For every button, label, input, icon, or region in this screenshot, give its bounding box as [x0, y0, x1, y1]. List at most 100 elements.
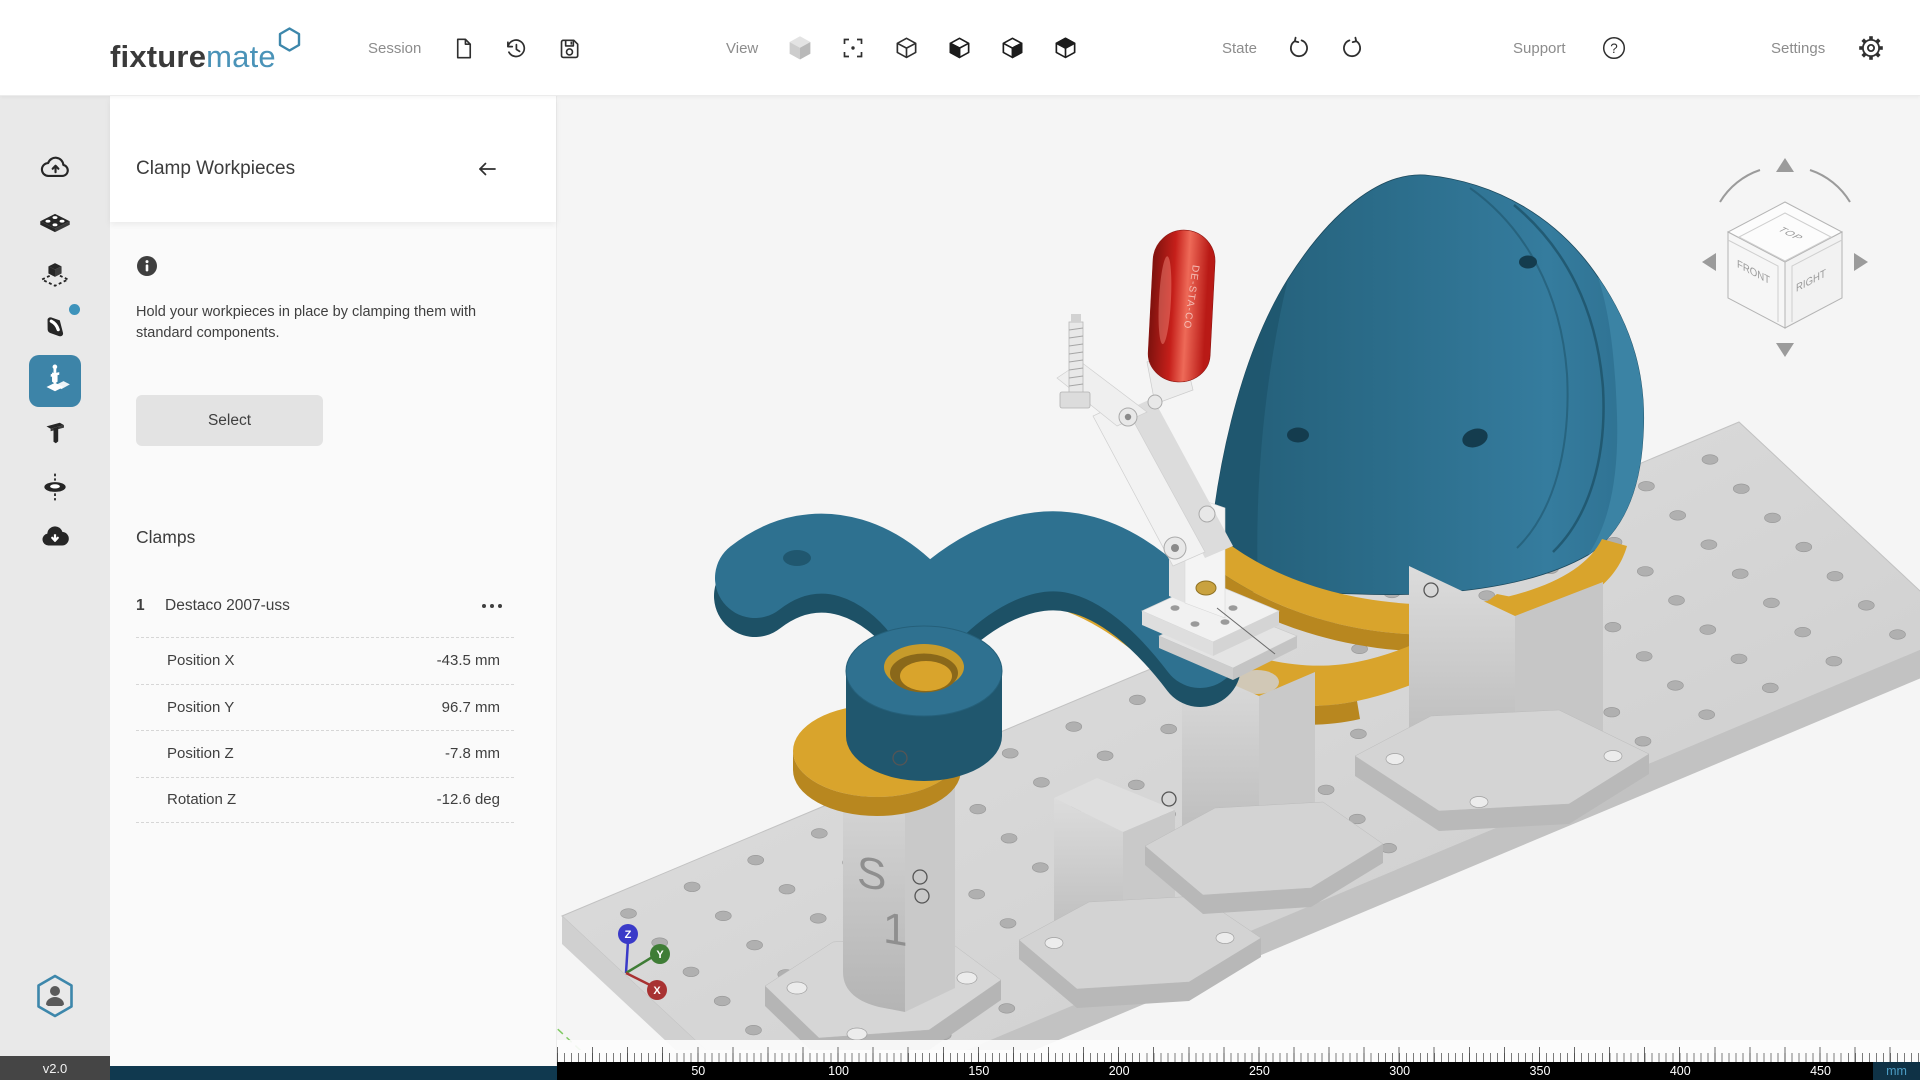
view-cube[interactable]: TOP FRONT RIGHT	[1690, 150, 1880, 370]
settings-label: Settings	[1771, 39, 1826, 57]
support-label: Support	[1513, 39, 1566, 57]
zoom-fit-icon[interactable]	[837, 32, 869, 64]
gear-icon[interactable]	[1855, 32, 1887, 64]
viewcube-cube[interactable]: TOP FRONT RIGHT	[1726, 201, 1844, 329]
user-hexagon-icon	[33, 973, 77, 1024]
support-engraving-1: 1	[883, 903, 907, 956]
cube-top-face-icon[interactable]	[1049, 32, 1081, 64]
viewcube-arrow-up-icon	[1776, 158, 1794, 172]
view-group: View	[726, 0, 1081, 96]
sidebar-item-cloud-download[interactable]	[29, 514, 81, 566]
clamp-name: Destaco 2007-uss	[165, 597, 290, 614]
axis-z-label: Z	[625, 929, 632, 941]
state-group: State	[1222, 0, 1368, 96]
panel-title: Clamp Workpieces	[136, 158, 296, 179]
sidebar-item-angled-block[interactable]	[29, 303, 81, 355]
history-icon[interactable]	[500, 32, 532, 64]
property-label: Position Z	[167, 745, 234, 763]
svg-text:?: ?	[1610, 41, 1618, 56]
shaded-cube-icon[interactable]	[784, 32, 816, 64]
viewcube-rotate-cw-icon[interactable]	[1809, 169, 1851, 203]
logo-text-mate: mate	[206, 39, 276, 74]
session-label: Session	[368, 39, 422, 57]
ruler-ticks	[557, 1040, 1920, 1062]
ruler-label: 450	[1810, 1064, 1831, 1078]
help-icon[interactable]: ?	[1598, 32, 1630, 64]
session-group: Session	[368, 0, 585, 96]
clamps-heading: Clamps	[136, 527, 196, 547]
panel-header: Clamp Workpieces	[110, 96, 556, 222]
sidebar-item-cube-on-plate[interactable]	[29, 251, 81, 303]
panel-description: Hold your workpieces in place by clampin…	[136, 304, 477, 341]
sidebar-item-pin[interactable]	[29, 409, 81, 461]
viewcube-arrow-down-icon	[1776, 343, 1794, 357]
ruler-label: 150	[968, 1064, 990, 1078]
clamp-red-handle: DE-STA-CO	[1147, 229, 1216, 383]
clamp-panel: Clamp Workpieces Hold your workpieces in…	[110, 96, 557, 1068]
new-file-icon[interactable]	[447, 32, 479, 64]
arrow-left-icon[interactable]	[472, 154, 502, 184]
panel-footer-strip	[110, 1066, 557, 1080]
viewport-3d-canvas[interactable]: S 1 DE-STA-CO Z Y X TOP FRONT RIGHT 50 1…	[557, 96, 1920, 1080]
undo-icon[interactable]	[1283, 32, 1315, 64]
ruler-label: 100	[828, 1064, 850, 1078]
support-group: Support ?	[1513, 0, 1630, 96]
clamp-icon	[38, 362, 72, 401]
table-row-position-y: Position Y 96.7 mm	[136, 683, 514, 731]
ruler-unit-badge: mm	[1873, 1062, 1920, 1080]
property-value[interactable]: 96.7 mm	[442, 699, 500, 716]
settings-group: Settings	[1771, 0, 1887, 96]
clamp-list-item[interactable]: 1 Destaco 2007-uss	[110, 589, 556, 631]
ruler-scale-bar: 50 100 150 200 250 300 350 400 450 mm	[557, 1062, 1920, 1080]
cube-on-plate-icon	[38, 258, 72, 297]
save-icon[interactable]	[553, 32, 585, 64]
table-row-position-z: Position Z -7.8 mm	[136, 730, 514, 777]
state-label: State	[1222, 39, 1258, 57]
sidebar	[0, 96, 110, 1056]
ruler-label: 350	[1529, 1064, 1551, 1078]
cube-left-face-icon[interactable]	[943, 32, 975, 64]
app-window: fixturemate Session View State Support ?…	[0, 0, 1920, 1080]
property-label: Rotation Z	[167, 791, 237, 809]
axis-y-label: Y	[656, 949, 664, 961]
viewcube-arrow-right-icon	[1854, 253, 1868, 271]
cloud-download-icon	[39, 522, 71, 559]
sidebar-avatar[interactable]	[29, 972, 81, 1024]
ruler-label: 300	[1389, 1064, 1411, 1078]
sidebar-item-ring[interactable]	[29, 463, 81, 515]
redo-icon[interactable]	[1336, 32, 1368, 64]
ruler-label: 400	[1669, 1064, 1691, 1078]
sidebar-item-perforated-plate[interactable]	[29, 199, 81, 251]
property-value[interactable]: -7.8 mm	[445, 745, 500, 762]
viewcube-rotate-ccw-icon[interactable]	[1719, 169, 1761, 203]
support-engraving-s: S	[857, 847, 886, 901]
select-button[interactable]: Select	[136, 395, 323, 446]
topbar: fixturemate Session View State Support ?…	[0, 0, 1920, 96]
sidebar-item-cloud-upload[interactable]	[29, 145, 81, 197]
cube-right-face-icon[interactable]	[996, 32, 1028, 64]
property-label: Position Y	[167, 698, 235, 716]
notification-dot	[69, 304, 80, 315]
ellipsis-icon[interactable]	[477, 591, 507, 621]
wireframe-cube-icon[interactable]	[890, 32, 922, 64]
workpiece-housing	[1206, 174, 1645, 595]
table-row-position-x: Position X -43.5 mm	[136, 637, 514, 684]
property-value[interactable]: -43.5 mm	[437, 652, 500, 669]
ring-icon	[39, 471, 71, 508]
pin-icon	[39, 417, 71, 454]
app-logo: fixturemate	[110, 26, 302, 75]
angled-block-icon	[39, 311, 71, 348]
view-label: View	[726, 39, 759, 57]
property-value[interactable]: -12.6 deg	[437, 791, 500, 808]
info-icon	[136, 255, 158, 277]
ruler-label: 200	[1108, 1064, 1130, 1078]
version-badge: v2.0	[0, 1056, 110, 1080]
table-row-rotation-z: Rotation Z -12.6 deg	[136, 776, 514, 823]
perforated-plate-icon	[38, 206, 72, 245]
sidebar-item-clamp-workpieces[interactable]	[29, 355, 81, 407]
clamp-properties-table: Position X -43.5 mm Position Y 96.7 mm P…	[136, 637, 514, 823]
viewcube-arrow-left-icon	[1702, 253, 1716, 271]
cloud-upload-icon	[39, 153, 71, 190]
hexagon-outline-icon	[278, 27, 301, 52]
clamp-index: 1	[136, 597, 145, 614]
